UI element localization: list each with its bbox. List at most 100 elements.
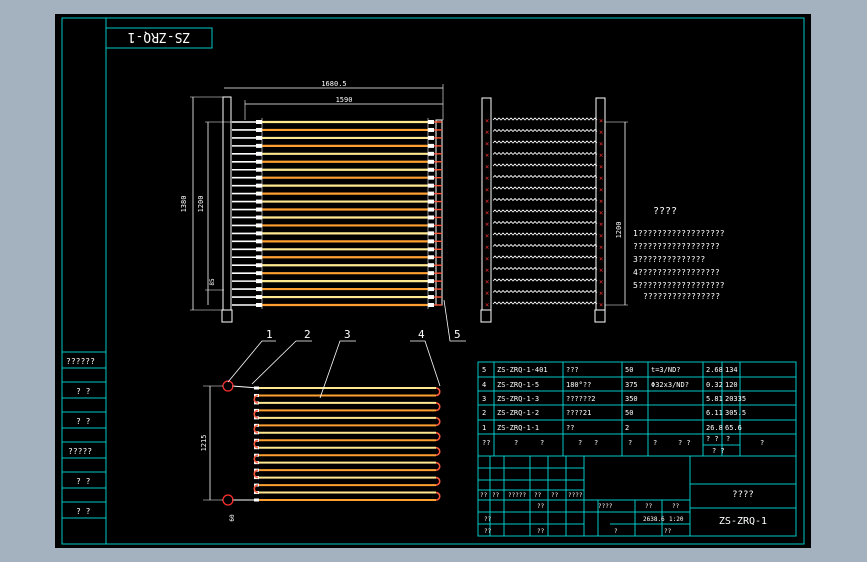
notes-heading: ???? [653,206,677,217]
bom-cell: 305.5 [725,409,746,417]
note-line-6: ???????????????? [643,292,720,301]
dim-top-inner: 1590 [336,96,353,104]
tube-end-mark: × [485,301,489,309]
callout-2: 2 [304,328,311,341]
bom-header-cell: ?? [482,439,490,447]
dim-left-outer: 1380 [180,196,188,213]
tube-plug [428,120,434,124]
bom-cell: ZS-ZRQ-1-1 [497,424,539,432]
bom-cell: ??????2 [566,395,596,403]
tube-end-mark: × [599,163,603,171]
tube-end-mark: × [599,221,603,229]
bom-cell: 3 [482,395,486,403]
tb-cell-3: ?? [534,492,542,499]
bom-header-cell: ? [514,439,518,447]
tube-plug [428,215,434,220]
tube-plug [256,167,262,172]
tube-plug [256,175,262,180]
tube-plug [256,127,262,132]
bom-cell: 2 [482,409,486,417]
tube-end-mark: × [599,244,603,252]
bom-header-cell: ? [726,435,730,443]
tube-plug [428,127,434,132]
tube-plug [428,143,434,148]
note-line-4: 4????????????????? [633,268,720,277]
tb-cell-4: ?? [551,492,559,499]
bom-cell: 2 [625,424,629,432]
tube-plug [256,151,262,156]
tube-plug [256,247,262,252]
tb-cell-9: ???? [598,503,613,510]
bom-cell: 4 [482,381,486,389]
tb-cell-12: ?? [537,528,545,535]
tube-plug [428,175,434,180]
dim-bottom-small: 60 [229,514,236,522]
cad-window: ZS-ZRQ-1 ?????? ? ? ? ? ????? ? ? ? ? 16… [0,0,867,562]
bom-cell: 120 [725,381,738,389]
bom-cell: ZS-ZRQ-1-5 [497,381,539,389]
side-rev-3: ????? [68,447,92,456]
tb-cell-8: ?? [537,503,545,510]
tube-plug [256,239,262,244]
tb-cell-10: ?? [645,503,653,510]
tube-end-mark: × [599,290,603,298]
callout-3: 3 [344,328,351,341]
tube-plug [256,199,262,204]
tube-end-mark: × [599,140,603,148]
tube-plug [256,303,262,307]
dim-bottom-height: 1215 [200,435,208,452]
bom-cell: 5.81 [706,395,723,403]
tube-plug [256,287,262,292]
bom-cell: 5 [482,366,486,374]
tube-plug [428,223,434,228]
bom-cell: 26.8 [706,424,723,432]
tube-plug [428,263,434,268]
bom-cell: 180°?? [566,381,591,389]
side-rev-1: ? ? [76,387,91,396]
cad-drawing: ZS-ZRQ-1 ?????? ? ? ? ? ????? ? ? ? ? 16… [55,14,811,548]
bom-header-cell: ? [760,439,764,447]
bom-cell: ??? [566,366,579,374]
tube-plug [428,279,434,284]
tube-plug [428,183,434,188]
tube-plug [428,287,434,292]
tb-cell-13: ? [614,528,618,535]
bom-header-cell: ? [653,439,657,447]
tube-end-mark: × [599,278,603,286]
tube-end-mark: × [599,129,603,137]
side-rev-5: ? ? [76,507,91,516]
tb-cell-7: ?? [484,528,492,535]
tube-end-mark: × [485,209,489,217]
tube-end-mark: × [485,244,489,252]
side-rev-4: ? ? [76,477,91,486]
tube-end-mark: × [485,186,489,194]
tube-plug [428,207,434,212]
tube-end-mark: × [599,152,603,160]
tube-end-mark: × [599,255,603,263]
note-line-3: 3?????????????? [633,255,705,264]
callout-4: 4 [418,328,425,341]
tube-end-mark: × [599,209,603,217]
tube-plug [428,199,434,204]
tube-plug [256,271,262,276]
tb-cell-11: ?? [672,503,680,510]
tube-end-mark: × [485,175,489,183]
dim-top-outer: 1680.5 [321,80,346,88]
bom-header-cell: ? [578,439,582,447]
tube-plug [256,223,262,228]
bom-cell: ZS-ZRQ-1-401 [497,366,548,374]
tube-plug [256,295,262,300]
tube-end-mark: × [599,267,603,275]
tb-cell-14: ?? [664,528,672,535]
tube-end-mark: × [485,232,489,240]
tb-weight: 2638.6 [643,516,665,523]
rotated-tab-text: ZS-ZRQ-1 [128,29,191,44]
bom-header-cell: ? ? [712,447,725,455]
tube-plug [256,207,262,212]
side-rev-0: ?????? [66,357,95,366]
bom-cell: ?? [566,424,574,432]
bom-cell: t=3/ND? [651,366,681,374]
tube-end-mark: × [485,221,489,229]
tube-plug [256,263,262,268]
note-line-2: ?????????????????? [633,242,720,251]
